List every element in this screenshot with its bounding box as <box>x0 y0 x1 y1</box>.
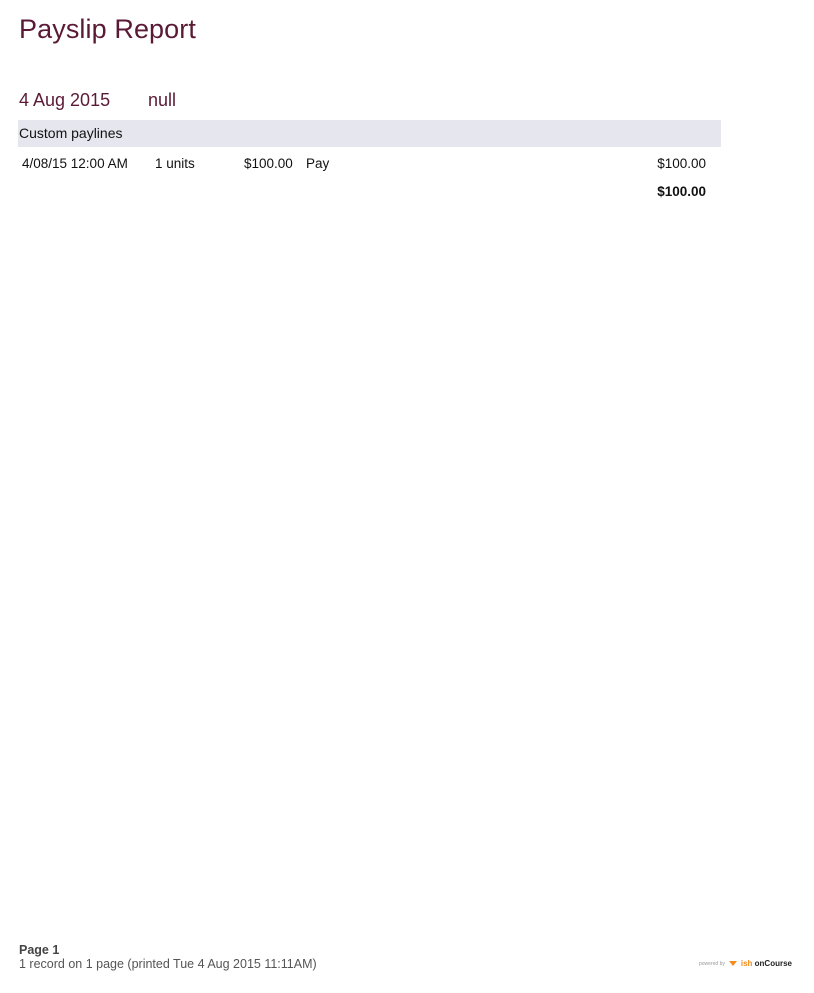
powered-by-text: powered by <box>699 960 725 967</box>
total-amount: $100.00 <box>657 184 706 199</box>
print-summary: 1 record on 1 page (printed Tue 4 Aug 20… <box>19 957 317 971</box>
brand-suffix: onCourse <box>754 959 792 968</box>
page-number: Page 1 <box>19 943 60 957</box>
payslip-header: 4 Aug 2015 null <box>19 90 176 111</box>
brand-name: ish onCourse <box>741 959 792 968</box>
payline-units: 1 units <box>155 156 195 171</box>
payline-date: 4/08/15 12:00 AM <box>22 156 128 171</box>
total-row: $100.00 <box>18 181 721 203</box>
payline-amount: $100.00 <box>657 156 706 171</box>
section-header-custom-paylines: Custom paylines <box>18 120 721 147</box>
payline-description: Pay <box>306 156 330 171</box>
table-row: 4/08/15 12:00 AM 1 units $100.00 Pay $10… <box>18 153 721 175</box>
brand-prefix: ish <box>740 959 753 968</box>
page-footer: Page 1 1 record on 1 page (printed Tue 4… <box>19 943 317 971</box>
ish-logo-icon <box>728 961 737 966</box>
powered-by-logo: powered by ish onCourse <box>699 959 792 968</box>
payslip-date: 4 Aug 2015 <box>19 90 111 110</box>
payslip-name: null <box>148 90 177 110</box>
payline-rate: $100.00 <box>244 156 293 171</box>
report-title: Payslip Report <box>19 14 196 44</box>
